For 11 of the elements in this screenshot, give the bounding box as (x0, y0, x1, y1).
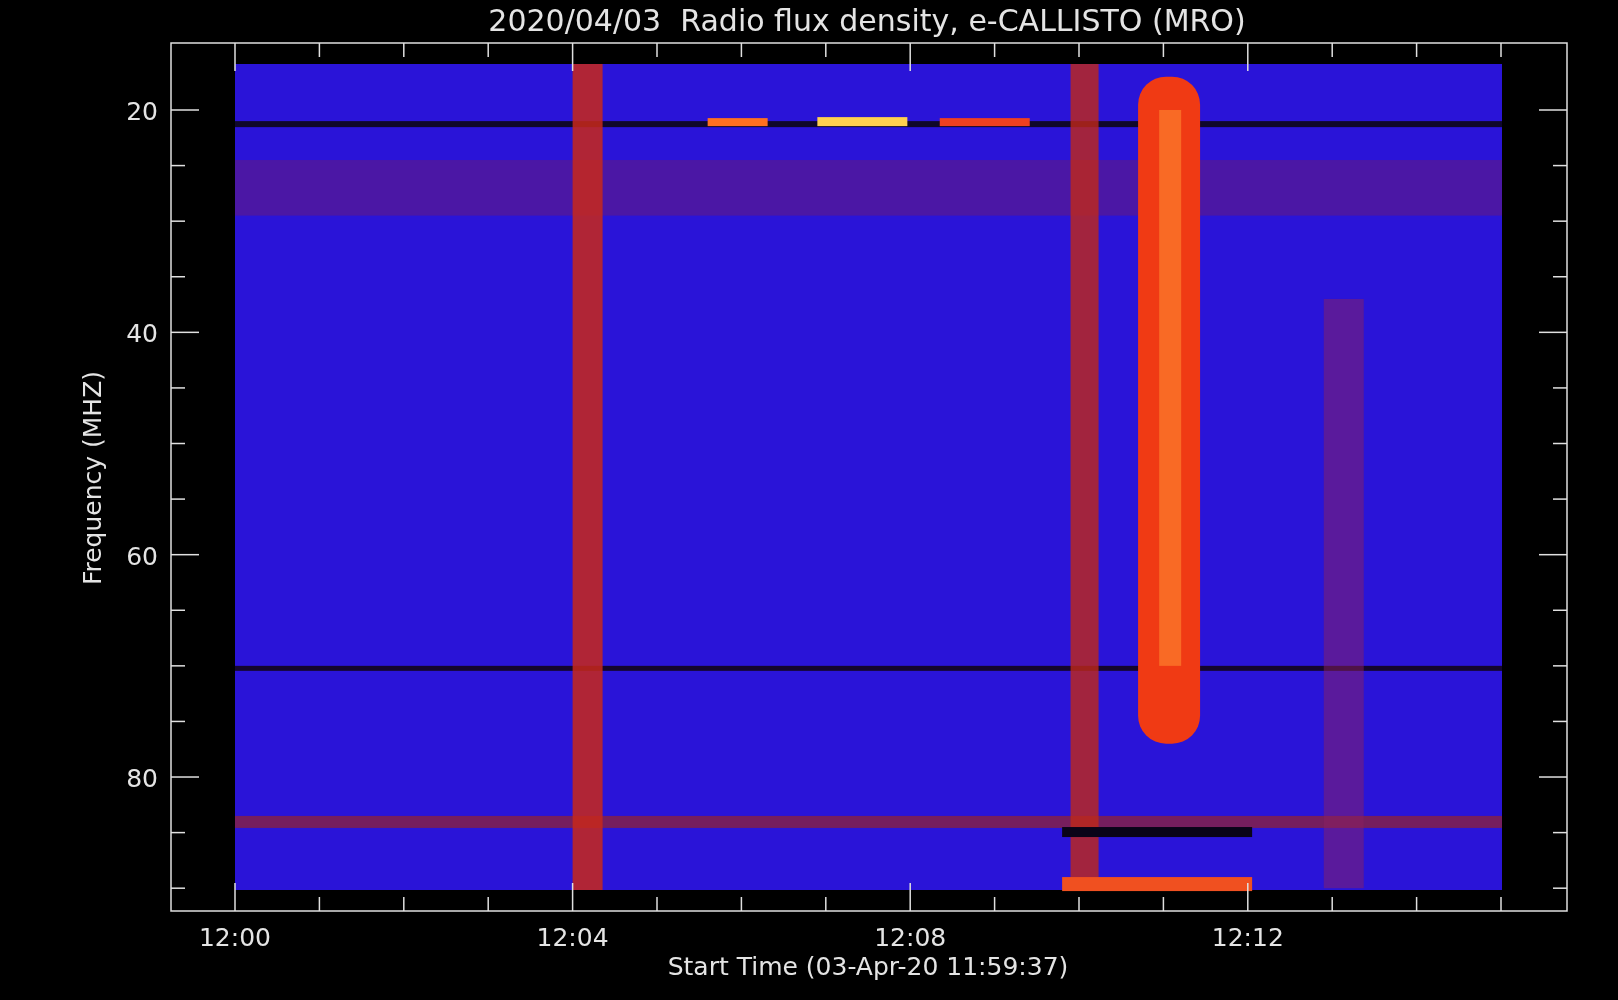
plot-title: 2020/04/03 Radio flux density, e-CALLISTO (MRO) (488, 3, 1246, 38)
y-tick-label: 20 (126, 97, 158, 126)
y-tick-label: 60 (126, 541, 158, 571)
x-tick-label: 12:08 (874, 923, 947, 952)
x-axis-label: Start Time (03-Apr-20 11:59:37) (667, 952, 1069, 981)
x-tick-label: 12:00 (199, 923, 271, 952)
y-tick-label: 80 (126, 764, 158, 793)
x-tick-label: 12:04 (536, 923, 609, 952)
y-tick-label: 40 (126, 319, 158, 349)
y-axis-label: Frequency (MHZ) (78, 370, 107, 586)
x-tick-label: 12:12 (1211, 923, 1284, 952)
